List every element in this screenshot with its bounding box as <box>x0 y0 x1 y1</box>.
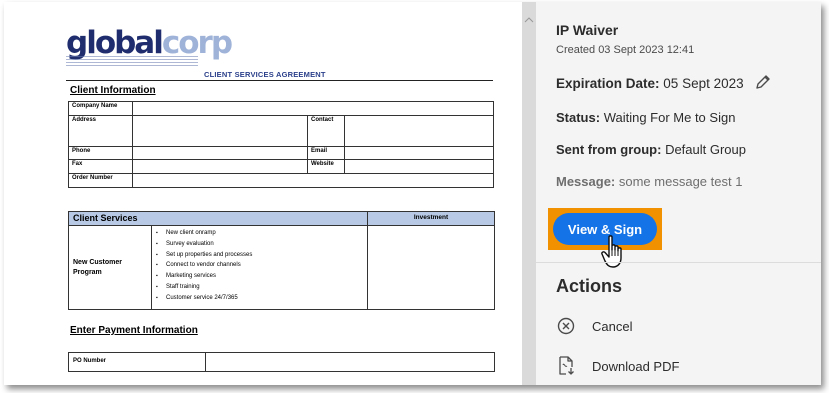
document-scrollbar[interactable] <box>522 2 536 385</box>
download-pdf-action-label: Download PDF <box>592 358 680 374</box>
status-value: Waiting For Me to Sign <box>603 110 736 125</box>
expiration-value: 05 Sept 2023 <box>663 76 744 91</box>
order-number-label: Order Number <box>68 173 133 188</box>
po-number-label: PO Number <box>73 358 107 364</box>
group-row: Sent from group: Default Group <box>556 142 746 157</box>
services-list-item: Staff training <box>156 282 367 293</box>
website-label: Website <box>307 159 345 174</box>
agreement-name: IP Waiver <box>556 22 619 38</box>
company-name-field[interactable] <box>132 101 494 116</box>
po-number-label-cell: PO Number <box>69 353 206 371</box>
cancel-action-label: Cancel <box>592 318 633 334</box>
group-label: Sent from group: <box>556 142 662 157</box>
agreement-title: CLIENT SERVICES AGREEMENT <box>204 70 326 79</box>
client-information-table: Company Name Address Contact Phone Email <box>68 101 494 188</box>
phone-field[interactable] <box>132 146 308 160</box>
agreement-details-panel: IP Waiver Created 03 Sept 2023 12:41 Exp… <box>536 2 821 385</box>
email-label: Email <box>307 146 345 160</box>
actions-title: Actions <box>556 276 623 296</box>
scrollbar-up-arrow-icon[interactable] <box>524 8 534 23</box>
message-row: Message: some message test 1 <box>556 174 742 189</box>
services-list-item: Survey evaluation <box>156 239 367 250</box>
hand-pointer-cursor-icon <box>600 234 630 275</box>
program-cell: New Customer Program <box>69 226 152 309</box>
contact-label: Contact <box>307 115 345 147</box>
services-list-item: Marketing services <box>156 271 367 282</box>
logo-stripes <box>66 54 198 66</box>
title-rule <box>66 80 493 81</box>
services-list-item: Connect to vendor channels <box>156 260 367 271</box>
status-label: Status: <box>556 110 601 125</box>
expiration-label: Expiration Date: <box>556 76 660 91</box>
download-pdf-action[interactable]: Download PDF <box>556 355 679 377</box>
document-preview[interactable]: globalcorp CLIENT SERVICES AGREEMENT Cli… <box>4 2 522 385</box>
investment-header: Investment <box>368 212 494 226</box>
email-field[interactable] <box>344 146 494 160</box>
services-list-item: Customer service 24/7/365 <box>156 293 367 304</box>
cancel-circle-icon <box>556 316 576 336</box>
services-list-cell: New client onramp Survey evaluation Set … <box>152 226 368 309</box>
client-services-header: Client Services <box>69 212 368 226</box>
download-pdf-icon <box>556 356 576 376</box>
group-value: Default Group <box>665 142 746 157</box>
status-row: Status: Waiting For Me to Sign <box>556 110 735 125</box>
program-name: New Customer Program <box>73 259 123 276</box>
payment-information-heading: Enter Payment Information <box>70 325 198 336</box>
client-information-heading: Client Information <box>70 85 156 96</box>
fax-label: Fax <box>68 159 133 174</box>
document-page: globalcorp CLIENT SERVICES AGREEMENT Cli… <box>4 2 522 385</box>
phone-label: Phone <box>68 146 133 160</box>
created-date: Created 03 Sept 2023 12:41 <box>556 44 695 56</box>
address-field[interactable] <box>132 115 308 147</box>
edit-pencil-icon[interactable] <box>755 74 771 93</box>
services-list-item: Set up properties and processes <box>156 250 367 261</box>
services-list: New client onramp Survey evaluation Set … <box>152 228 367 304</box>
website-field[interactable] <box>344 159 494 174</box>
address-label: Address <box>68 115 133 147</box>
fax-field[interactable] <box>132 159 308 174</box>
client-services-table: Client Services Investment New Customer … <box>68 211 495 310</box>
contact-field[interactable] <box>344 115 494 147</box>
order-number-field[interactable] <box>132 173 494 188</box>
message-label: Message: <box>556 174 616 189</box>
app-window: globalcorp CLIENT SERVICES AGREEMENT Cli… <box>4 2 821 385</box>
company-name-label: Company Name <box>68 101 133 116</box>
message-value: some message test 1 <box>618 174 743 189</box>
services-list-item: New client onramp <box>156 228 367 239</box>
panel-divider <box>536 262 821 263</box>
cancel-action[interactable]: Cancel <box>556 315 632 337</box>
payment-table: PO Number <box>68 352 495 372</box>
expiration-row: Expiration Date: 05 Sept 2023 <box>556 74 771 93</box>
